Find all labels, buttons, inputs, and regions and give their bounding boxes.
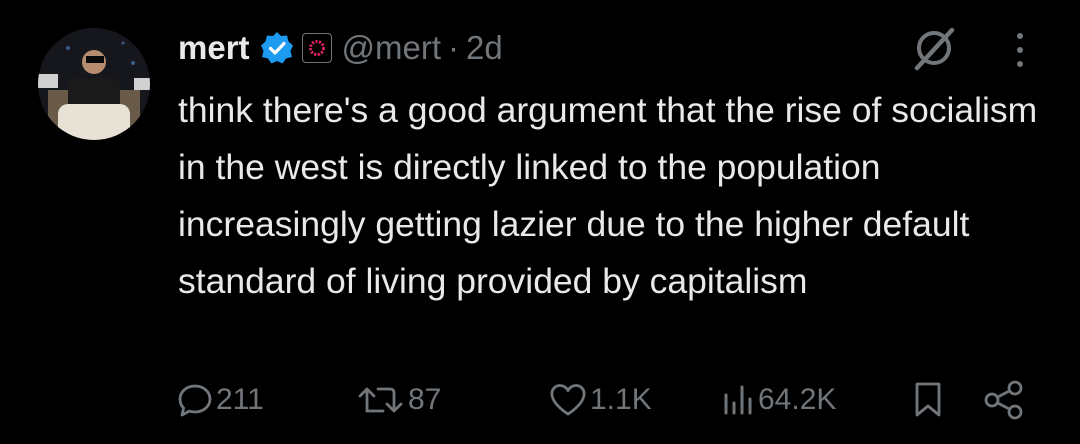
author-name[interactable]: mert bbox=[178, 29, 250, 67]
verified-badge-icon[interactable] bbox=[260, 31, 294, 65]
view-count: 64.2K bbox=[758, 383, 837, 416]
tweet-header: mert @mert · 2d bbox=[178, 24, 503, 72]
bookmark-icon bbox=[915, 382, 941, 417]
avatar-photo bbox=[38, 28, 150, 140]
views-button[interactable]: 64.2K bbox=[720, 372, 836, 428]
heart-icon bbox=[550, 384, 586, 416]
repost-button[interactable]: 87 bbox=[356, 372, 441, 428]
org-affiliation-badge-icon[interactable] bbox=[301, 33, 332, 63]
share-icon bbox=[984, 380, 1023, 420]
repost-icon bbox=[358, 387, 403, 413]
like-count: 1.1K bbox=[590, 383, 652, 416]
timestamp[interactable]: 2d bbox=[466, 29, 503, 67]
tweet-text: think there's a good argument that the r… bbox=[178, 90, 1048, 301]
share-button[interactable] bbox=[982, 372, 1026, 428]
more-options-icon[interactable] bbox=[1008, 30, 1032, 70]
author-handle[interactable]: @mert bbox=[342, 29, 442, 67]
grok-icon[interactable] bbox=[908, 22, 960, 74]
reply-icon bbox=[178, 384, 212, 417]
views-icon bbox=[724, 385, 752, 415]
action-bar: 211 87 1.1K 64.2K bbox=[0, 372, 1080, 428]
like-button[interactable]: 1.1K bbox=[548, 372, 652, 428]
separator-dot: · bbox=[448, 29, 460, 66]
bookmark-button[interactable] bbox=[910, 372, 946, 428]
reply-button[interactable]: 211 bbox=[176, 372, 264, 428]
repost-count: 87 bbox=[408, 383, 442, 416]
reply-count: 211 bbox=[216, 383, 264, 416]
avatar[interactable] bbox=[38, 28, 150, 140]
